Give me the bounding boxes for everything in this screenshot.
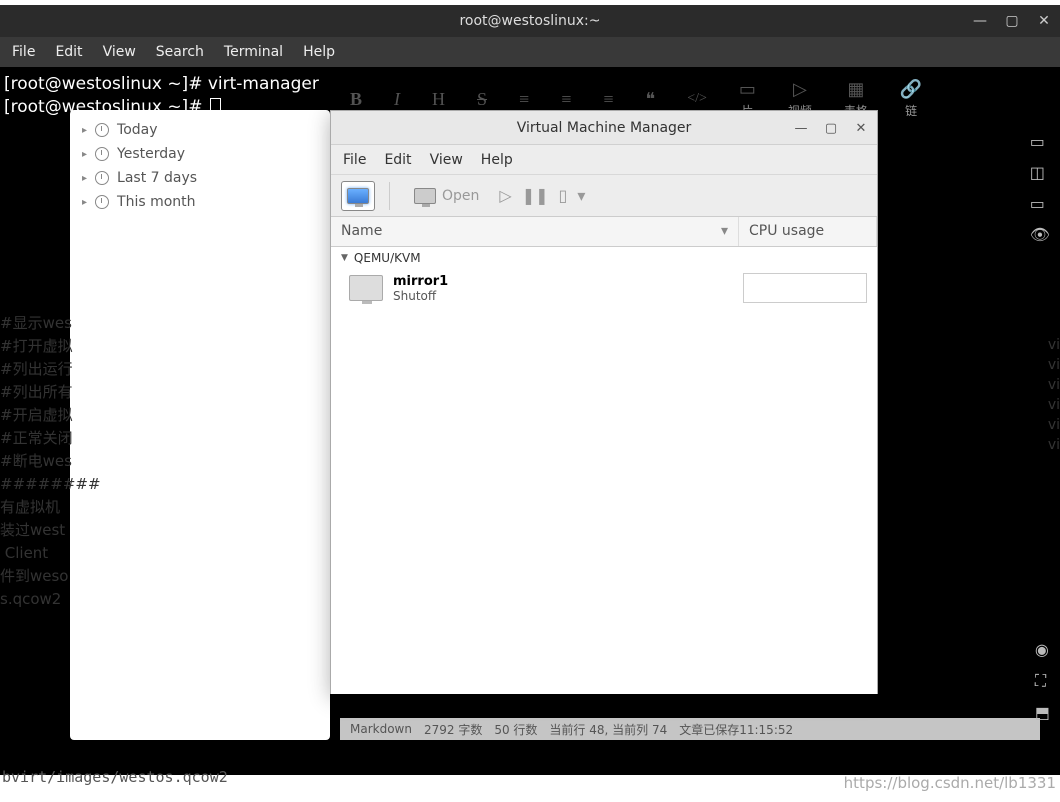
bg-float-buttons: ◉⛶⬒ bbox=[1035, 640, 1050, 722]
vmm-menubar: File Edit View Help bbox=[331, 145, 877, 175]
terminal-title: root@westoslinux:~ bbox=[459, 13, 600, 29]
dropdown-icon[interactable]: ▾ bbox=[577, 186, 585, 205]
vmm-title: Virtual Machine Manager bbox=[517, 120, 692, 136]
vmm-window: Virtual Machine Manager — ▢ ✕ File Edit … bbox=[330, 110, 878, 694]
vmm-columns: Name CPU usage bbox=[331, 217, 877, 247]
maximize-icon[interactable]: ▢ bbox=[821, 121, 841, 136]
bg-side-item: ▸Today bbox=[70, 118, 330, 142]
menu-file[interactable]: File bbox=[343, 152, 366, 168]
close-icon[interactable]: ✕ bbox=[851, 121, 871, 136]
minimize-icon[interactable]: — bbox=[791, 121, 811, 136]
bg-statusbar: Markdown 2792 字数 50 行数 当前行 48, 当前列 74 文章… bbox=[340, 718, 1040, 740]
menu-edit[interactable]: Edit bbox=[384, 152, 411, 168]
separator bbox=[389, 182, 390, 210]
open-button[interactable]: Open bbox=[404, 184, 489, 208]
vm-row[interactable]: mirror1 Shutoff bbox=[331, 269, 877, 307]
monitor-icon bbox=[414, 188, 436, 204]
clock-icon bbox=[95, 147, 109, 161]
menu-help[interactable]: Help bbox=[303, 44, 335, 60]
vm-thumbnail-icon bbox=[349, 275, 383, 301]
play-icon[interactable]: ▷ bbox=[499, 186, 511, 205]
bg-popup: ▸Today ▸Yesterday ▸Last 7 days ▸This mon… bbox=[70, 110, 330, 740]
watermark: https://blog.csdn.net/lb1331 bbox=[844, 774, 1056, 792]
vm-name: mirror1 bbox=[393, 274, 733, 289]
column-name[interactable]: Name bbox=[331, 217, 739, 246]
clock-icon bbox=[95, 123, 109, 137]
close-icon[interactable]: ✕ bbox=[1034, 13, 1054, 29]
bg-side-item: ▸This month bbox=[70, 190, 330, 214]
bg-side-item: ▸Last 7 days bbox=[70, 166, 330, 190]
bg-right-list: vivivi vivivi bbox=[1048, 335, 1060, 455]
menu-help[interactable]: Help bbox=[481, 152, 513, 168]
bg-side-item: ▸Yesterday bbox=[70, 142, 330, 166]
bg-view-buttons: ▭◫▭👁 bbox=[1030, 132, 1050, 244]
new-vm-button[interactable] bbox=[341, 181, 375, 211]
connection-group[interactable]: ▼ QEMU/KVM bbox=[331, 247, 877, 269]
monitor-icon bbox=[347, 188, 369, 204]
terminal-menubar: File Edit View Search Terminal Help bbox=[0, 37, 1060, 67]
bg-bottom-path: bvirt/images/westos.qcow2 bbox=[2, 768, 228, 786]
vmm-toolbar: Open ▷ ❚❚ ▯ ▾ bbox=[331, 175, 877, 217]
vmm-titlebar: Virtual Machine Manager — ▢ ✕ bbox=[331, 111, 877, 145]
shutdown-icon[interactable]: ▯ bbox=[559, 186, 568, 205]
menu-search[interactable]: Search bbox=[156, 44, 204, 60]
menu-terminal[interactable]: Terminal bbox=[224, 44, 283, 60]
minimize-icon[interactable]: — bbox=[970, 13, 990, 29]
vmm-body: ▼ QEMU/KVM mirror1 Shutoff bbox=[331, 247, 877, 694]
vm-cpu-graph bbox=[743, 273, 867, 303]
bg-notes: #显示wes#打开虚拟#列出运行 #列出所有#开启虚拟#正常关闭 #断电wes#… bbox=[0, 312, 101, 611]
pause-icon[interactable]: ❚❚ bbox=[522, 186, 549, 205]
column-cpu[interactable]: CPU usage bbox=[739, 217, 877, 246]
menu-file[interactable]: File bbox=[12, 44, 35, 60]
menu-view[interactable]: View bbox=[103, 44, 136, 60]
triangle-down-icon: ▼ bbox=[341, 253, 348, 263]
clock-icon bbox=[95, 171, 109, 185]
clock-icon bbox=[95, 195, 109, 209]
vm-state: Shutoff bbox=[393, 289, 733, 303]
menu-edit[interactable]: Edit bbox=[55, 44, 82, 60]
bg-heading: 5.虚 bbox=[1014, 300, 1060, 332]
maximize-icon[interactable]: ▢ bbox=[1002, 13, 1022, 29]
menu-view[interactable]: View bbox=[430, 152, 463, 168]
terminal-titlebar: root@westoslinux:~ — ▢ ✕ bbox=[0, 5, 1060, 37]
